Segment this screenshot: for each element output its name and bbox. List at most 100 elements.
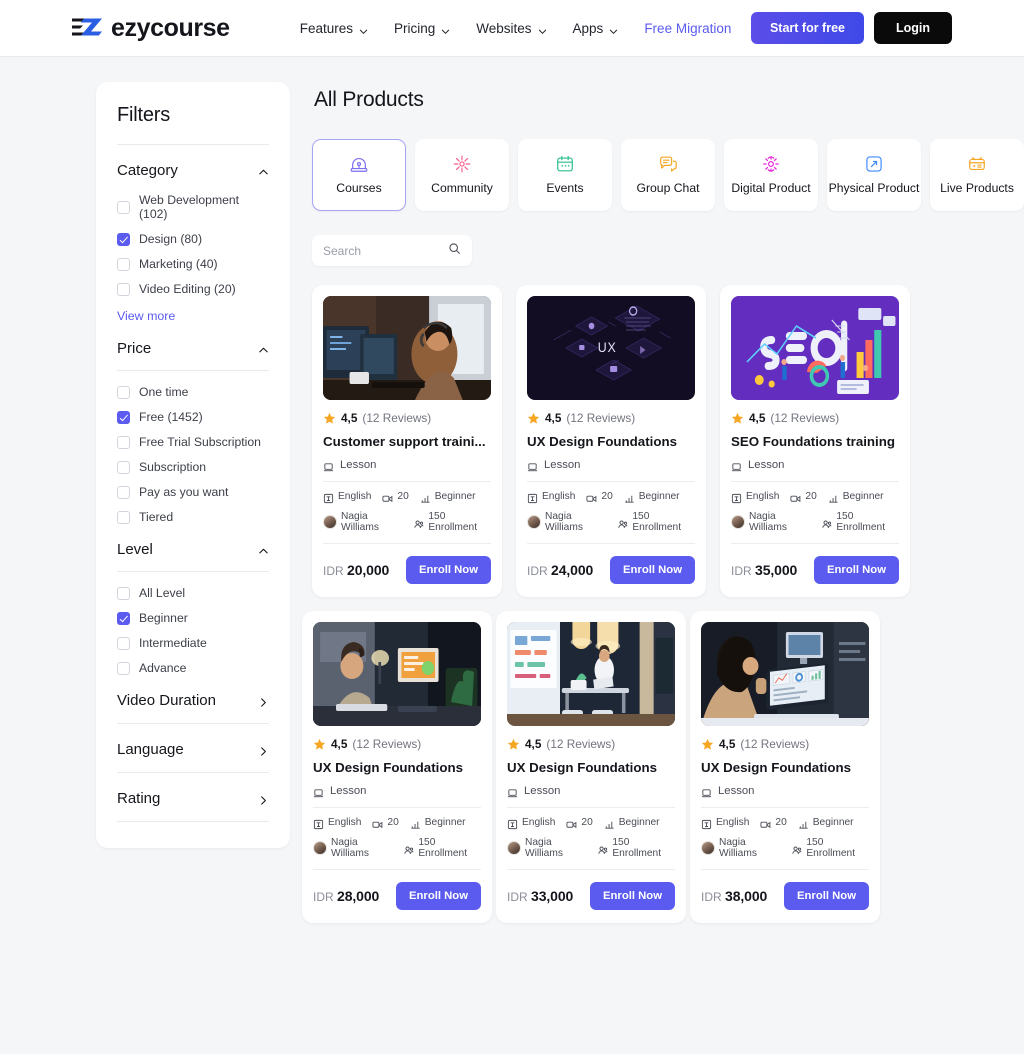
product-type: Lesson — [507, 785, 675, 797]
nav-item-pricing[interactable]: Pricing — [394, 21, 450, 36]
checkbox[interactable] — [117, 661, 130, 675]
chevron-right-icon — [258, 695, 269, 707]
filter-option-marketing[interactable]: Marketing (40) — [117, 257, 269, 271]
nav-item-free-migration[interactable]: Free Migration — [644, 21, 731, 36]
tab-group-chat[interactable]: Group Chat — [621, 139, 715, 211]
product-title[interactable]: Customer support traini... — [323, 434, 491, 449]
enroll-now-button[interactable]: Enroll Now — [814, 556, 899, 584]
enroll-now-button[interactable]: Enroll Now — [396, 882, 481, 910]
review-count: (12 Reviews) — [546, 737, 616, 751]
filter-option-advance[interactable]: Advance — [117, 661, 269, 675]
tab-courses[interactable]: Courses — [312, 139, 406, 211]
filter-option-tiered[interactable]: Tiered — [117, 510, 269, 524]
divider — [313, 869, 481, 870]
videos-count: 20 — [601, 491, 613, 502]
rating-value: 4,5 — [545, 411, 562, 425]
product-instructor-row: Nagia Williams 150 Enrollment — [701, 837, 869, 859]
content-area: Filters Category Web Development (102) D… — [0, 57, 1024, 923]
product-meta-row: English 20 Beginner — [323, 491, 491, 504]
filter-option-pay-as-you-want[interactable]: Pay as you want — [117, 485, 269, 499]
checkbox-checked[interactable] — [117, 232, 130, 246]
nav-label: Websites — [476, 20, 532, 36]
brand-logo[interactable]: ezycourse — [70, 14, 230, 43]
filter-section-rating[interactable]: Rating — [117, 773, 269, 822]
product-type-tabs: Courses Community Events Group Chat Digi… — [312, 139, 1024, 211]
search-icon[interactable] — [448, 242, 461, 260]
option-label: Intermediate — [139, 636, 207, 650]
price-value: 33,000 — [531, 888, 574, 904]
tab-digital-product[interactable]: Digital Product — [724, 139, 818, 211]
product-card[interactable]: UX 4,5 (12 Reviews) UX Design Foundation… — [516, 285, 706, 597]
product-title[interactable]: UX Design Foundations — [701, 760, 869, 775]
filter-option-design[interactable]: Design (80) — [117, 232, 269, 246]
product-title[interactable]: UX Design Foundations — [313, 760, 481, 775]
tab-physical-product[interactable]: Physical Product — [827, 139, 921, 211]
checkbox[interactable] — [117, 385, 130, 399]
meta-videos: 20 — [790, 491, 817, 503]
login-button[interactable]: Login — [873, 12, 952, 44]
nav-item-websites[interactable]: Websites — [476, 21, 546, 36]
filter-option-all-level[interactable]: All Level — [117, 586, 269, 600]
search-input[interactable] — [323, 243, 433, 258]
product-title[interactable]: UX Design Foundations — [527, 434, 695, 449]
star-icon — [731, 412, 744, 425]
checkbox[interactable] — [117, 510, 130, 524]
filter-option-web-development[interactable]: Web Development (102) — [117, 193, 269, 221]
product-card[interactable]: 4,5 (12 Reviews) Customer support traini… — [312, 285, 502, 597]
enroll-now-button[interactable]: Enroll Now — [610, 556, 695, 584]
chevron-right-icon — [258, 744, 269, 756]
filter-option-beginner[interactable]: Beginner — [117, 611, 269, 625]
nav-item-features[interactable]: Features — [300, 21, 368, 36]
checkbox-checked[interactable] — [117, 611, 130, 625]
product-price-row: IDR 35,000 Enroll Now — [731, 556, 899, 584]
view-more-link[interactable]: View more — [117, 309, 269, 323]
product-meta-row: English 20 Beginner — [507, 817, 675, 830]
product-card[interactable]: 4,5 (12 Reviews) UX Design Foundations L… — [690, 611, 880, 923]
nav-item-apps[interactable]: Apps — [573, 21, 619, 36]
tab-events[interactable]: Events — [518, 139, 612, 211]
filter-option-free[interactable]: Free (1452) — [117, 410, 269, 424]
review-count: (12 Reviews) — [352, 737, 422, 751]
filter-section-price-header[interactable]: Price — [117, 340, 269, 357]
filter-option-subscription[interactable]: Subscription — [117, 460, 269, 474]
product-instructor-row: Nagia Williams 150 Enrollment — [507, 837, 675, 859]
checkbox[interactable] — [117, 435, 130, 449]
filter-section-category-header[interactable]: Category — [117, 162, 269, 179]
tab-live-products[interactable]: Live Products — [930, 139, 1024, 211]
filter-option-free-trial-subscription[interactable]: Free Trial Subscription — [117, 435, 269, 449]
product-title[interactable]: UX Design Foundations — [507, 760, 675, 775]
digital-product-icon — [761, 154, 781, 174]
product-card[interactable]: 4,5 (12 Reviews) UX Design Foundations L… — [302, 611, 492, 923]
enroll-now-button[interactable]: Enroll Now — [406, 556, 491, 584]
tab-community[interactable]: Community — [415, 139, 509, 211]
avatar — [527, 515, 541, 529]
product-type: Lesson — [701, 785, 869, 797]
search-bar[interactable] — [312, 235, 472, 266]
option-label: Subscription — [139, 460, 207, 474]
filter-option-intermediate[interactable]: Intermediate — [117, 636, 269, 650]
filter-option-video-editing[interactable]: Video Editing (20) — [117, 282, 269, 296]
checkbox-checked[interactable] — [117, 410, 130, 424]
nav-label: Free Migration — [644, 20, 732, 36]
product-price: IDR 38,000 — [701, 888, 767, 904]
checkbox[interactable] — [117, 485, 130, 499]
checkbox[interactable] — [117, 586, 130, 600]
product-title[interactable]: SEO Foundations training — [731, 434, 899, 449]
checkbox[interactable] — [117, 636, 130, 650]
checkbox[interactable] — [117, 200, 130, 214]
lesson-label: Lesson — [748, 459, 785, 471]
enroll-now-button[interactable]: Enroll Now — [590, 882, 675, 910]
filter-option-one-time[interactable]: One time — [117, 385, 269, 399]
tab-label: Community — [431, 181, 493, 196]
filter-section-language[interactable]: Language — [117, 724, 269, 773]
filter-section-level-header[interactable]: Level — [117, 541, 269, 558]
enroll-now-button[interactable]: Enroll Now — [784, 882, 869, 910]
filter-section-video-duration[interactable]: Video Duration — [117, 675, 269, 724]
product-card[interactable]: 4,5 (12 Reviews) UX Design Foundations L… — [496, 611, 686, 923]
checkbox[interactable] — [117, 257, 130, 271]
checkbox[interactable] — [117, 460, 130, 474]
product-card[interactable]: 4,5 (12 Reviews) SEO Foundations trainin… — [720, 285, 910, 597]
start-for-free-button[interactable]: Start for free — [750, 12, 864, 44]
checkbox[interactable] — [117, 282, 130, 296]
product-meta-row: English 20 Beginner — [701, 817, 869, 830]
